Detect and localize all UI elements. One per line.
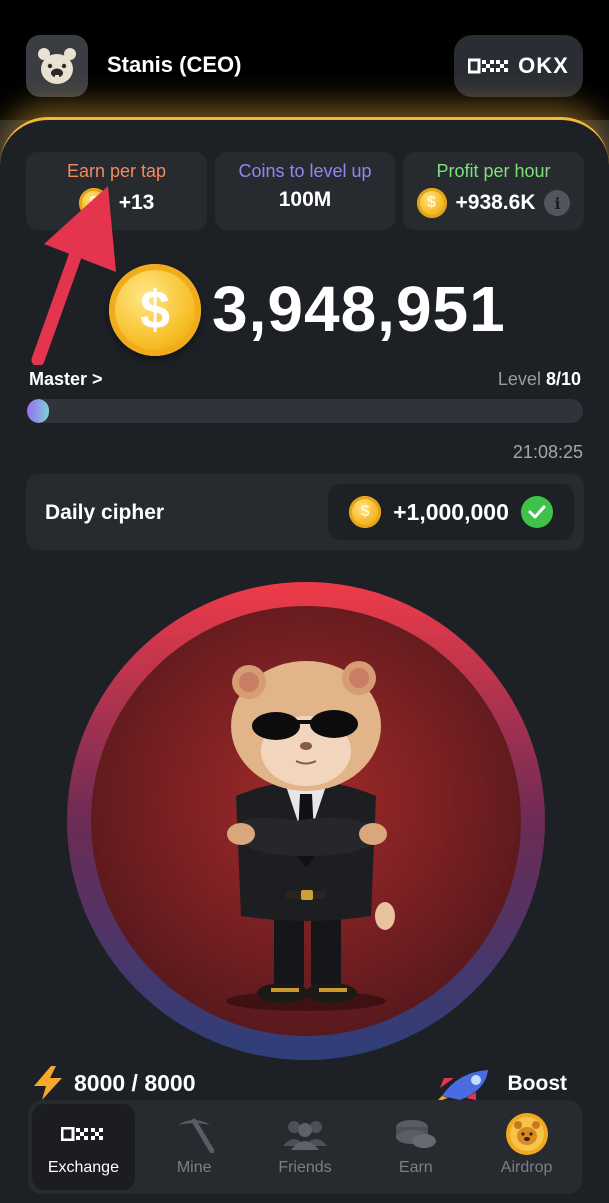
lightning-icon xyxy=(34,1066,62,1100)
bottom-navigation: Exchange Mine Friends Earn Airdrop xyxy=(28,1100,582,1194)
coins-to-level-up-value: 100M xyxy=(278,188,332,211)
daily-cipher-reward: $ +1,000,000 xyxy=(328,484,574,540)
nav-label-exchange: Exchange xyxy=(47,1159,119,1176)
boost-label: Boost xyxy=(507,1072,568,1095)
nav-item-exchange[interactable]: Exchange xyxy=(32,1104,135,1190)
nav-item-friends[interactable]: Friends xyxy=(254,1104,357,1190)
nav-label-friends: Friends xyxy=(278,1159,332,1176)
tap-circle[interactable] xyxy=(91,606,521,1036)
red-arrow-annotation xyxy=(31,186,116,365)
level-value: 8/10 xyxy=(545,369,581,389)
coins-to-level-up-title: Coins to level up xyxy=(238,161,372,181)
league-link[interactable]: Master > xyxy=(29,369,103,390)
coin-icon: $ xyxy=(416,188,447,218)
nav-label-mine: Mine xyxy=(176,1159,212,1176)
pickaxe-icon xyxy=(174,1117,215,1153)
energy-value: 8000 / 8000 xyxy=(74,1069,196,1096)
daily-cipher-card[interactable]: Daily cipher $ +1,000,000 xyxy=(26,474,584,550)
earn-per-tap-title: Earn per tap xyxy=(66,161,167,181)
username: Stanis (CEO) xyxy=(107,52,242,77)
nav-label-airdrop: Airdrop xyxy=(500,1159,553,1176)
nav-item-airdrop[interactable]: Airdrop xyxy=(475,1104,578,1190)
chevron-right-icon: > xyxy=(92,369,103,389)
top-bar: Stanis (CEO) OKX xyxy=(0,0,609,120)
nav-item-earn[interactable]: Earn xyxy=(364,1104,467,1190)
hamster-avatar-icon xyxy=(38,48,76,84)
level-progress-bar xyxy=(27,399,583,423)
okx-icon xyxy=(61,1117,105,1151)
daily-cipher-reward-value: +1,000,000 xyxy=(393,498,509,525)
profit-per-hour-title: Profit per hour xyxy=(436,161,551,181)
daily-cipher-title: Daily cipher xyxy=(45,501,165,524)
hamster-coin-icon xyxy=(505,1113,549,1155)
rocket-icon xyxy=(435,1070,488,1102)
coins-stack-icon xyxy=(394,1117,438,1151)
balance-coin-icon: $ xyxy=(109,264,201,356)
info-icon[interactable]: i xyxy=(544,190,571,216)
league-name: Master xyxy=(29,369,88,389)
coins-to-level-up-card[interactable]: Coins to level up 100M xyxy=(215,152,395,230)
level-indicator: Level 8/10 xyxy=(498,369,581,390)
friends-icon xyxy=(282,1117,327,1151)
hamster-ceo-character xyxy=(226,661,395,1011)
countdown-timer: 21:08:25 xyxy=(512,442,583,462)
earn-per-tap-value: +13 xyxy=(118,191,155,214)
level-progress-fill xyxy=(27,399,50,423)
coin-icon: $ xyxy=(349,496,382,528)
tap-area[interactable] xyxy=(67,582,545,1060)
okx-icon xyxy=(468,58,509,74)
nav-item-mine[interactable]: Mine xyxy=(143,1104,246,1190)
profit-per-hour-card[interactable]: Profit per hour $ +938.6K i xyxy=(403,152,584,230)
okx-button-label: OKX xyxy=(518,53,569,78)
level-label: Level xyxy=(497,369,541,389)
avatar[interactable] xyxy=(26,35,88,97)
energy-indicator: 8000 / 8000 xyxy=(32,1066,196,1100)
coin-balance: 3,948,951 xyxy=(212,273,506,345)
okx-exchange-button[interactable]: OKX xyxy=(454,35,583,97)
check-icon xyxy=(520,496,553,528)
nav-label-earn: Earn xyxy=(398,1159,433,1176)
profit-per-hour-value: +938.6K xyxy=(455,191,536,214)
boost-button[interactable]: Boost xyxy=(435,1066,568,1102)
